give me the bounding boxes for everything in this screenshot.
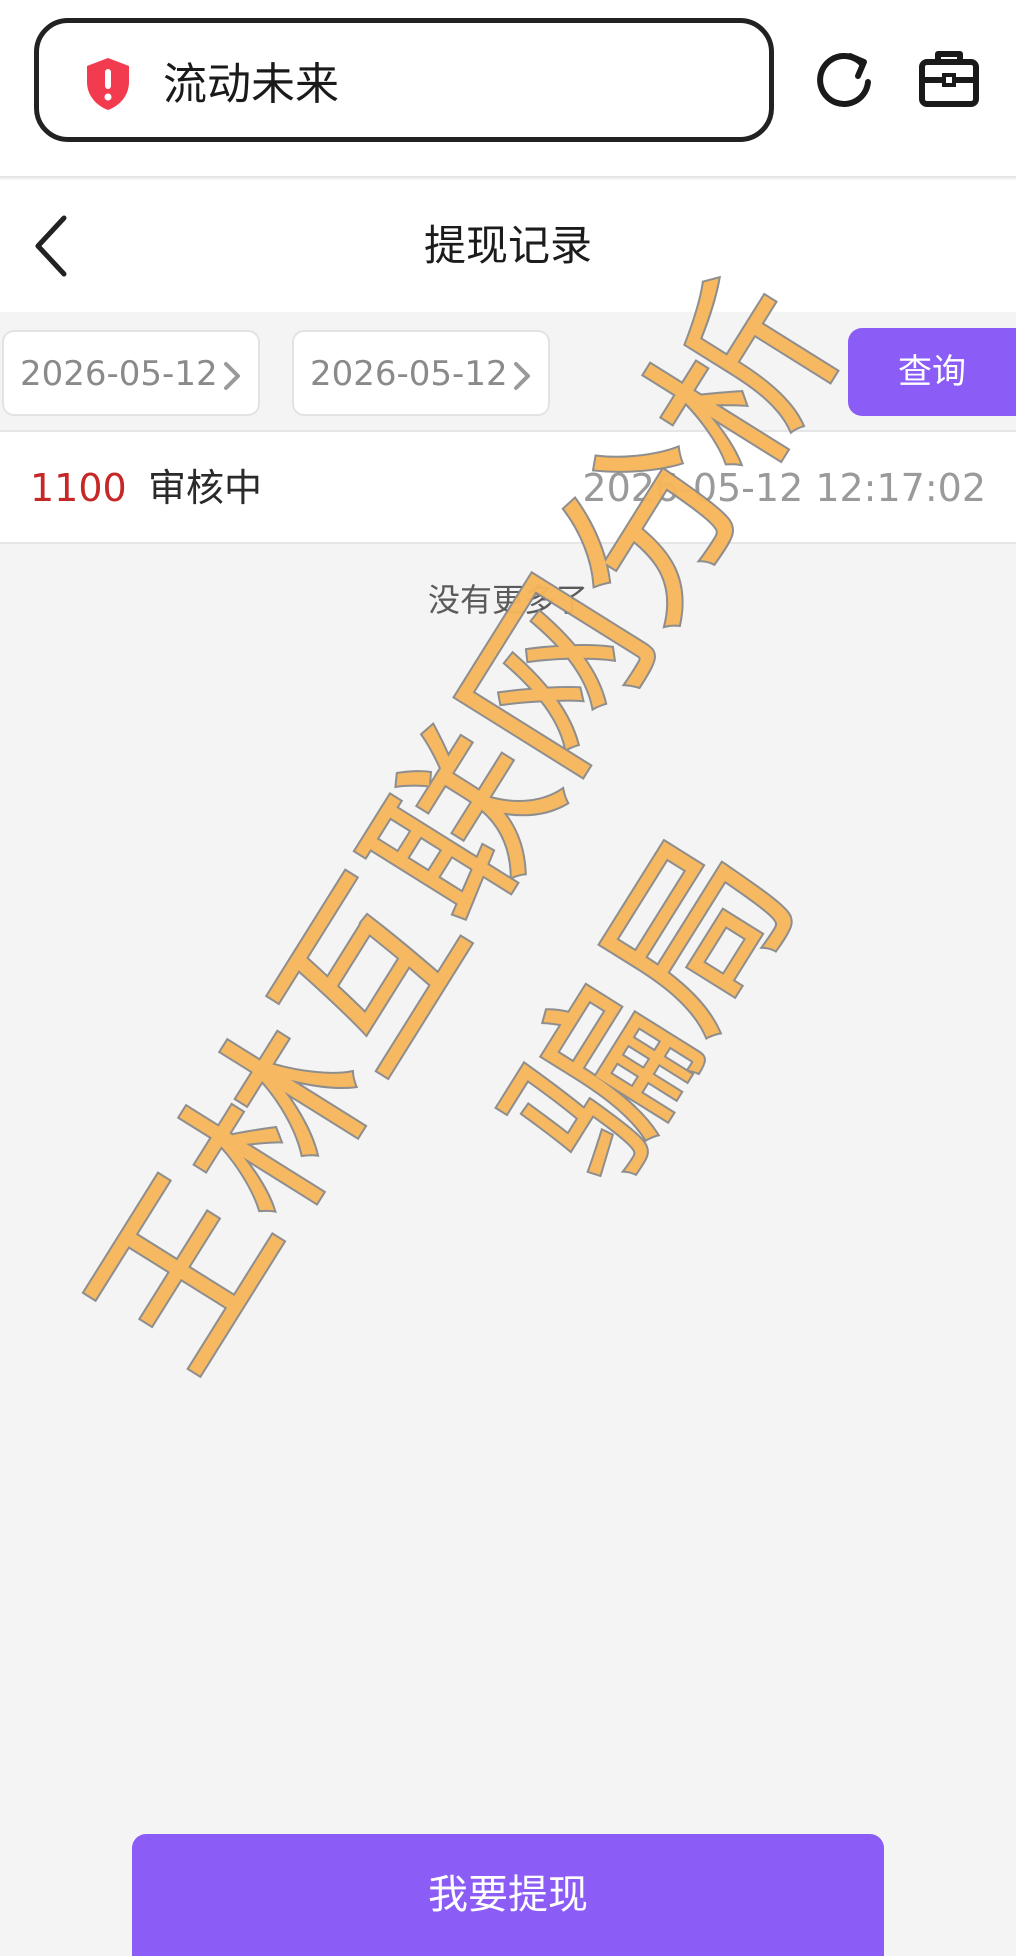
start-date-picker[interactable]: 2026-05-12 (2, 330, 260, 416)
end-date-picker[interactable]: 2026-05-12 (292, 330, 550, 416)
withdraw-records-page: 流动未来 提现记录 2026-05-12 2026-05-12 查询 1100 … (0, 0, 1016, 1956)
shield-alert-icon (87, 58, 129, 110)
record-amount: 1100 (30, 466, 127, 510)
withdraw-button[interactable]: 我要提现 (132, 1834, 884, 1956)
chevron-right-icon (514, 362, 530, 390)
record-time: 2026-05-12 12:17:02 (582, 466, 986, 510)
site-address-pill[interactable]: 流动未来 (34, 18, 774, 142)
list-end-text: 没有更多了 (427, 581, 588, 619)
reload-icon[interactable] (812, 46, 876, 110)
list-item: 1100 审核中 2026-05-12 12:17:02 (0, 430, 1016, 544)
toolbox-icon[interactable] (916, 46, 982, 110)
end-date-value: 2026-05-12 (310, 354, 508, 394)
site-name: 流动未来 (163, 59, 339, 110)
watermark-line-2: 骗局 (472, 805, 832, 1212)
query-button[interactable]: 查询 (848, 328, 1016, 416)
record-status: 审核中 (148, 466, 263, 510)
page-title: 提现记录 (423, 221, 592, 270)
page-header: 提现记录 (0, 180, 1016, 312)
browser-top-bar: 流动未来 (0, 0, 1016, 178)
chevron-right-icon (224, 362, 240, 390)
date-filter-bar: 2026-05-12 2026-05-12 查询 (0, 312, 1016, 430)
start-date-value: 2026-05-12 (20, 354, 218, 394)
